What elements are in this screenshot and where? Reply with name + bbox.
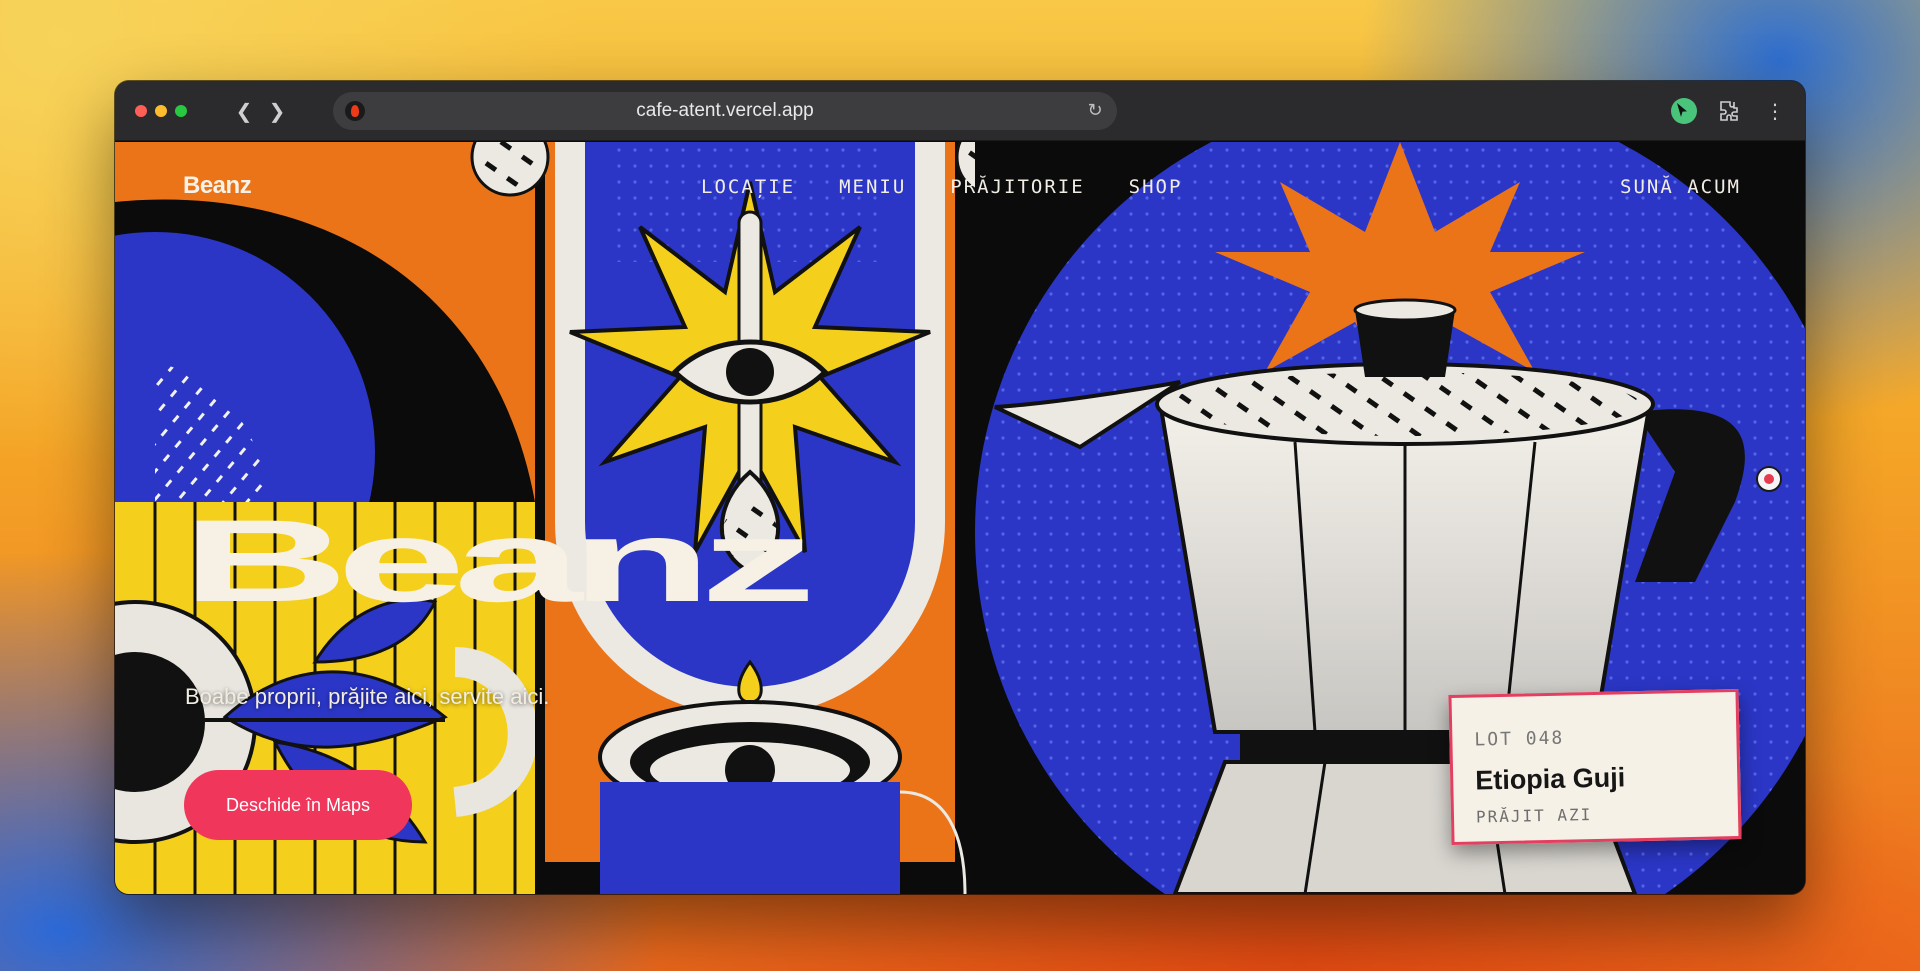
main-nav: LOCAȚIE MENIU PRĂJITORIE SHOP bbox=[701, 176, 1182, 198]
browser-window: ❮ ❯ cafe-atent.vercel.app ↻ ⋮ Beanz LOCA… bbox=[115, 81, 1805, 894]
nav-item-locatie[interactable]: LOCAȚIE bbox=[701, 176, 795, 198]
hero-title: Beanz bbox=[181, 494, 816, 627]
site-logo[interactable]: Beanz bbox=[183, 172, 252, 200]
address-bar[interactable]: cafe-atent.vercel.app ↻ bbox=[333, 92, 1117, 130]
hero-subtitle: Boabe proprii, prăjite aici, servite aic… bbox=[185, 684, 550, 709]
browser-toolbar: ❮ ❯ cafe-atent.vercel.app ↻ ⋮ bbox=[115, 81, 1805, 141]
lot-coffee-name: Etiopia Guji bbox=[1474, 762, 1626, 796]
lot-card: LOT 048 Etiopia Guji PRĂJIT AZI bbox=[1448, 688, 1742, 846]
open-maps-button[interactable]: Deschide în Maps bbox=[184, 770, 412, 840]
reload-icon[interactable]: ↻ bbox=[1083, 99, 1107, 123]
more-vertical-icon[interactable]: ⋮ bbox=[1761, 97, 1789, 125]
zoom-window-button[interactable] bbox=[175, 105, 187, 117]
call-now-link[interactable]: SUNĂ ACUM bbox=[1620, 176, 1741, 198]
lot-roast-status: PRĂJIT AZI bbox=[1475, 805, 1593, 827]
chevron-right-icon[interactable]: ❯ bbox=[265, 99, 289, 123]
chevron-left-icon[interactable]: ❮ bbox=[232, 99, 256, 123]
lot-number: LOT 048 bbox=[1474, 727, 1565, 751]
profile-avatar-icon[interactable] bbox=[1671, 98, 1697, 124]
close-window-button[interactable] bbox=[135, 105, 147, 117]
nav-item-prajitorie[interactable]: PRĂJITORIE bbox=[950, 176, 1084, 198]
puzzle-icon[interactable] bbox=[1715, 97, 1743, 125]
url-text: cafe-atent.vercel.app bbox=[636, 100, 814, 121]
scroll-indicator-dot[interactable] bbox=[1756, 466, 1782, 492]
minimize-window-button[interactable] bbox=[155, 105, 167, 117]
nav-item-meniu[interactable]: MENIU bbox=[839, 176, 906, 198]
nav-item-shop[interactable]: SHOP bbox=[1129, 176, 1183, 198]
website-viewport: Beanz LOCAȚIE MENIU PRĂJITORIE SHOP SUNĂ… bbox=[115, 142, 1805, 894]
